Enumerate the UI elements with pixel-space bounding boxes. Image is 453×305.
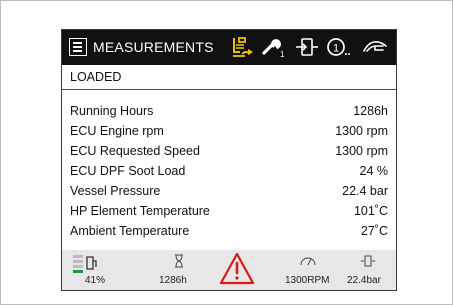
measurement-label: ECU Requested Speed: [70, 144, 200, 158]
measurement-row: ECU DPF Soot Load 24 %: [62, 161, 396, 181]
measurements-list: Running Hours 1286h ECU Engine rpm 1300 …: [62, 101, 396, 241]
rpm-cell: 1300RPM: [280, 250, 336, 290]
transfer-icon: [294, 35, 320, 59]
footer-status-bar: 41% 1286h 1300RPM 22.4bar: [62, 250, 396, 290]
hours-value: 1286h: [159, 275, 187, 286]
measurement-label: Vessel Pressure: [70, 184, 161, 198]
pressure-cell: 22.4bar: [343, 250, 393, 290]
measurement-row: HP Element Temperature 101˚C: [62, 201, 396, 221]
measurement-row: ECU Engine rpm 1300 rpm: [62, 121, 396, 141]
measurement-value: 27˚C: [360, 224, 388, 238]
hourglass-icon: [175, 254, 183, 268]
status-bar: LOADED: [62, 65, 396, 90]
measurement-value: 1300 rpm: [335, 124, 388, 138]
fuel-value: 41%: [85, 275, 106, 286]
measurement-row: Vessel Pressure 22.4 bar: [62, 181, 396, 201]
measurement-row: ECU Requested Speed 1300 rpm: [62, 141, 396, 161]
measurement-value: 101˚C: [353, 204, 388, 218]
pressure-value: 22.4bar: [347, 275, 381, 286]
measurement-value: 24 %: [359, 164, 389, 178]
status-label: LOADED: [70, 70, 122, 84]
speedometer-icon: [300, 257, 316, 266]
fuel-gauge-icon: [73, 255, 97, 273]
measurement-label: ECU DPF Soot Load: [70, 164, 186, 178]
menu-icon[interactable]: [69, 38, 87, 56]
measurement-value: 1300 rpm: [335, 144, 388, 158]
warning-triangle-icon[interactable]: [219, 252, 255, 286]
measurement-value: 1286h: [353, 104, 388, 118]
measurement-label: Running Hours: [70, 104, 154, 118]
measurement-label: HP Element Temperature: [70, 204, 210, 218]
page-title: MEASUREMENTS: [93, 39, 214, 55]
compressor-loading-icon: [230, 35, 256, 59]
measurement-row: Running Hours 1286h: [62, 101, 396, 121]
hand-icon: [361, 35, 389, 59]
hours-cell: 1286h: [154, 250, 204, 290]
timer-one-icon: 1: [325, 35, 353, 59]
rpm-value: 1300RPM: [285, 275, 330, 286]
svg-text:1: 1: [333, 43, 339, 55]
measurement-label: ECU Engine rpm: [70, 124, 164, 138]
controller-display: MEASUREMENTS 1 1 LOADED Running Hours 12…: [61, 29, 397, 291]
service-wrench-icon: 1: [261, 35, 287, 59]
pressure-icon: [361, 255, 375, 267]
warning-cell[interactable]: [219, 250, 255, 290]
fuel-cell: 41%: [70, 250, 110, 290]
measurement-label: Ambient Temperature: [70, 224, 190, 238]
header-bar: MEASUREMENTS 1 1: [62, 30, 396, 65]
measurement-value: 22.4 bar: [342, 184, 388, 198]
measurement-row: Ambient Temperature 27˚C: [62, 221, 396, 241]
service-subscript: 1: [280, 50, 285, 59]
